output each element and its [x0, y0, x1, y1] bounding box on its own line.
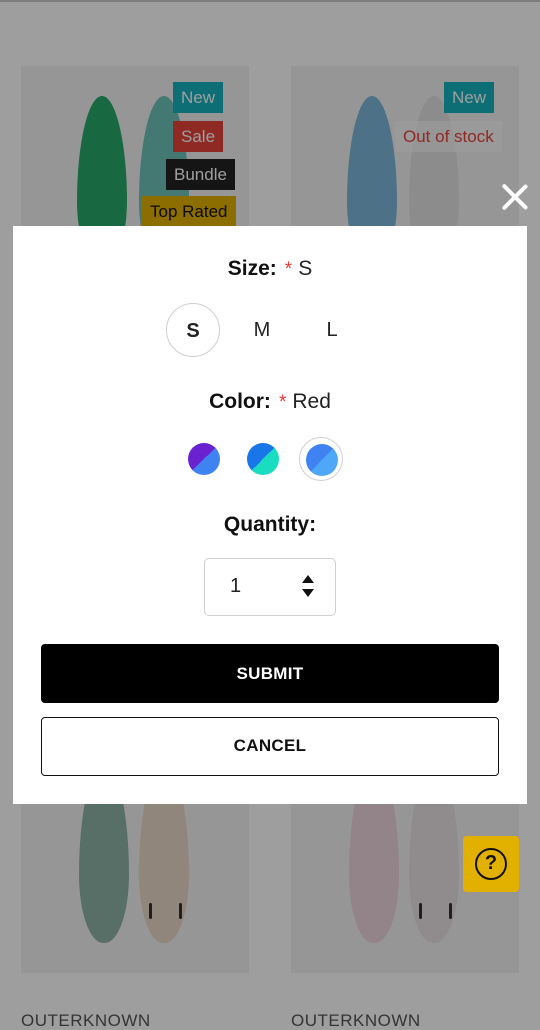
size-option-m[interactable]: M: [235, 303, 289, 357]
color-swatch-2[interactable]: [241, 437, 285, 481]
decrement-arrow[interactable]: [302, 589, 314, 597]
color-swatch-1[interactable]: [182, 437, 226, 481]
size-option-l[interactable]: L: [305, 303, 359, 357]
quantity-label-row: Quantity:: [13, 513, 527, 537]
submit-button[interactable]: SUBMIT: [41, 644, 499, 703]
swatch-color: [306, 444, 338, 476]
swatch-color: [247, 443, 279, 475]
size-label: Size:: [227, 257, 277, 280]
swatch-color: [188, 443, 220, 475]
color-label: Color:: [209, 390, 271, 413]
variant-selection-modal: Size: * S S M L Color: * Red Quantity: 1 SUB…: [13, 226, 527, 804]
size-option-s[interactable]: S: [166, 303, 220, 357]
required-mark: *: [284, 259, 293, 280]
quantity-stepper[interactable]: 1: [204, 558, 336, 616]
cancel-button[interactable]: CANCEL: [41, 717, 499, 776]
chevron-updown-icon[interactable]: [301, 575, 315, 599]
color-swatch-3[interactable]: [299, 437, 343, 481]
color-label-row: Color: * Red: [13, 390, 527, 414]
color-selected-value: Red: [292, 390, 331, 413]
help-button[interactable]: ?: [463, 836, 519, 892]
quantity-label: Quantity:: [223, 513, 317, 536]
help-icon: ?: [475, 848, 507, 880]
size-label-row: Size: * S: [13, 257, 527, 281]
required-mark: *: [278, 392, 287, 413]
increment-arrow[interactable]: [302, 575, 314, 583]
quantity-value[interactable]: 1: [230, 575, 241, 598]
size-selected-value: S: [298, 257, 313, 280]
close-icon[interactable]: [498, 180, 532, 214]
